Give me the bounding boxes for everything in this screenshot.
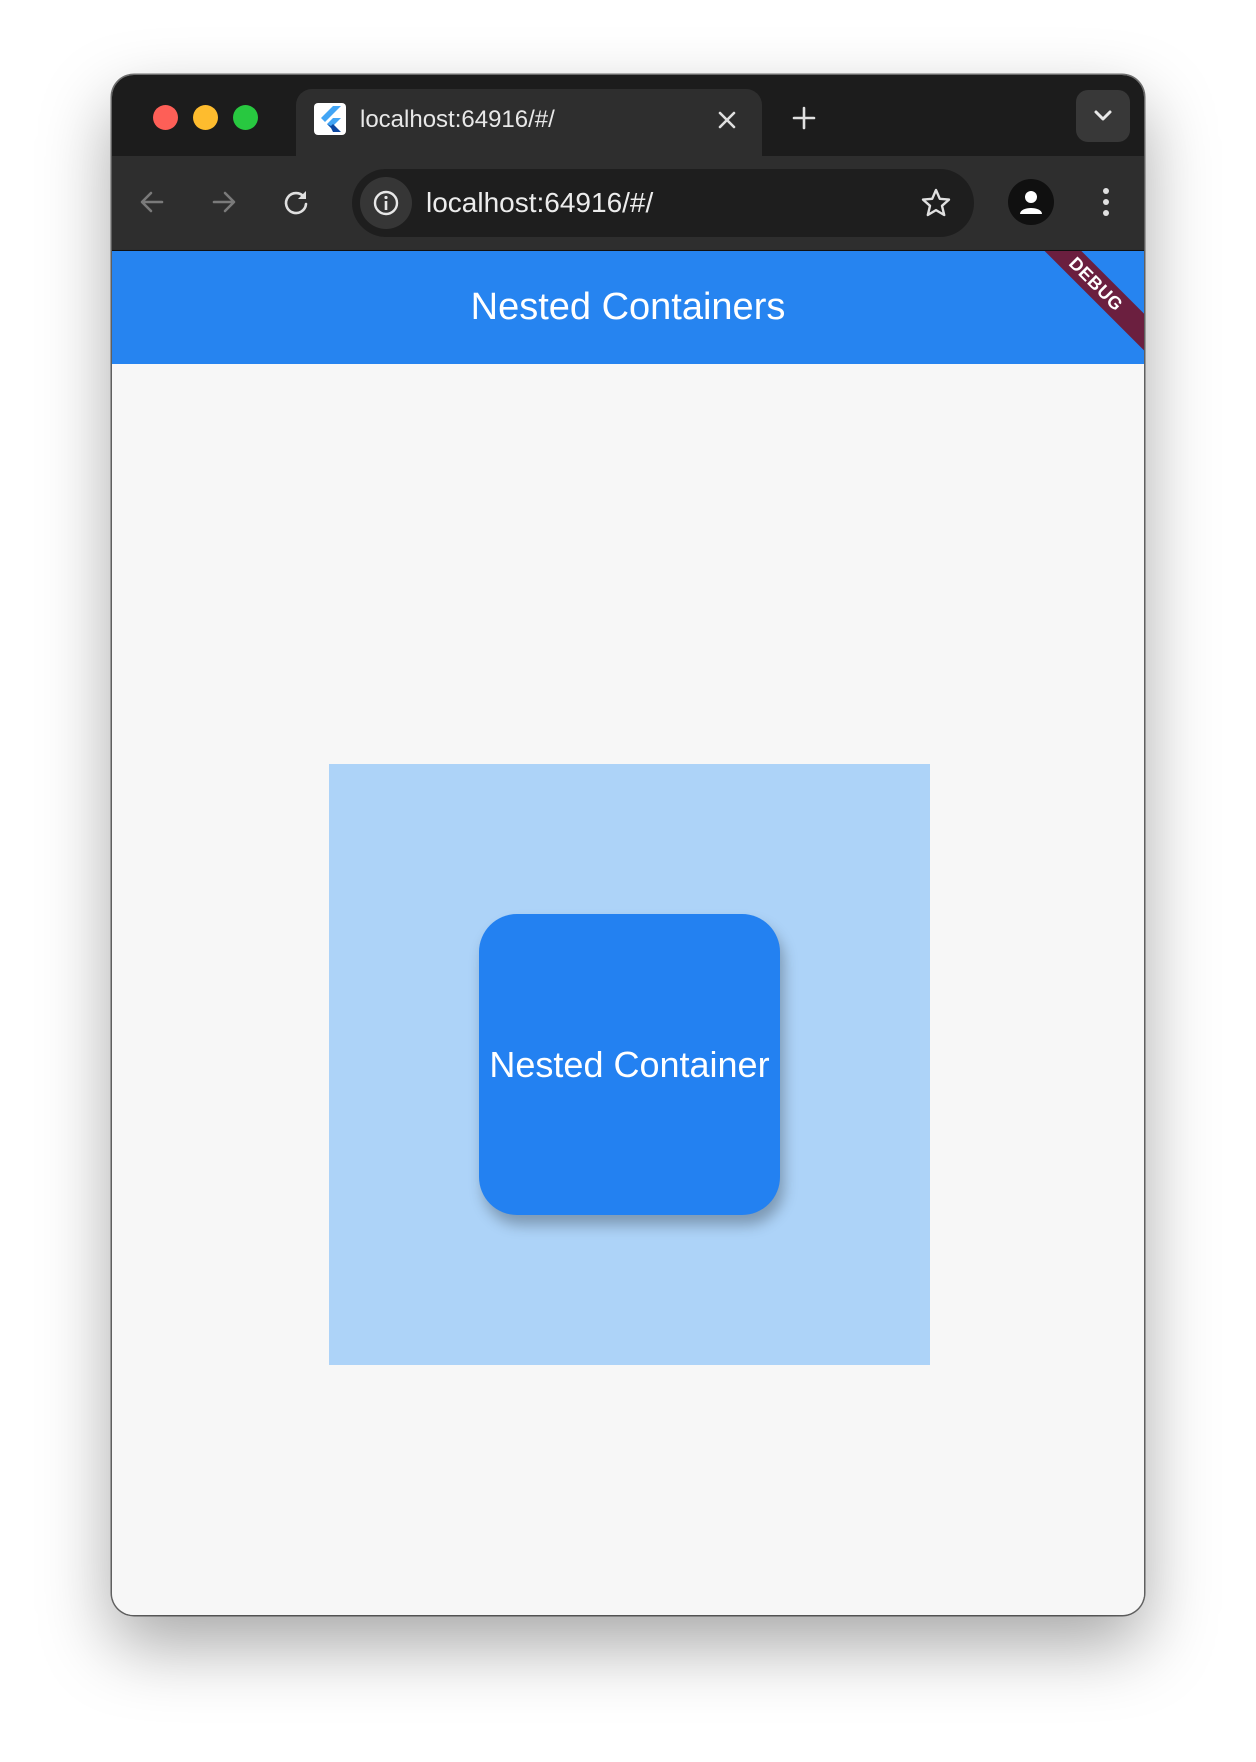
arrow-right-icon[interactable] xyxy=(200,178,248,226)
outer-container: Nested Container xyxy=(329,764,930,1365)
tab-strip: localhost:64916/#/ xyxy=(112,75,1144,156)
inner-container: Nested Container xyxy=(479,914,780,1215)
arrow-left-icon[interactable] xyxy=(128,178,176,226)
browser-window: localhost:64916/#/ localhost:64916/#/ Ne… xyxy=(112,75,1144,1615)
star-icon[interactable] xyxy=(916,183,956,223)
chevron-down-icon[interactable] xyxy=(1076,90,1130,142)
info-icon[interactable] xyxy=(360,177,412,229)
reload-icon[interactable] xyxy=(272,178,320,226)
flutter-icon xyxy=(314,103,346,135)
person-icon[interactable] xyxy=(1008,179,1054,225)
browser-toolbar: localhost:64916/#/ xyxy=(112,156,1144,251)
tab-title: localhost:64916/#/ xyxy=(360,106,555,133)
address-bar[interactable]: localhost:64916/#/ xyxy=(352,169,974,237)
app-bar: Nested Containers DEBUG xyxy=(112,251,1144,364)
kebab-menu-icon[interactable] xyxy=(1082,178,1130,226)
close-icon[interactable] xyxy=(710,103,744,137)
tab-active[interactable]: localhost:64916/#/ xyxy=(296,89,762,156)
close-window-button[interactable] xyxy=(153,105,178,130)
maximize-window-button[interactable] xyxy=(233,105,258,130)
page-title: Nested Containers xyxy=(470,286,786,328)
url-text[interactable]: localhost:64916/#/ xyxy=(426,186,653,220)
app-body: Nested Container xyxy=(112,364,1144,1615)
minimize-window-button[interactable] xyxy=(193,105,218,130)
inner-container-label: Nested Container xyxy=(489,1043,770,1085)
plus-icon[interactable] xyxy=(786,100,822,136)
